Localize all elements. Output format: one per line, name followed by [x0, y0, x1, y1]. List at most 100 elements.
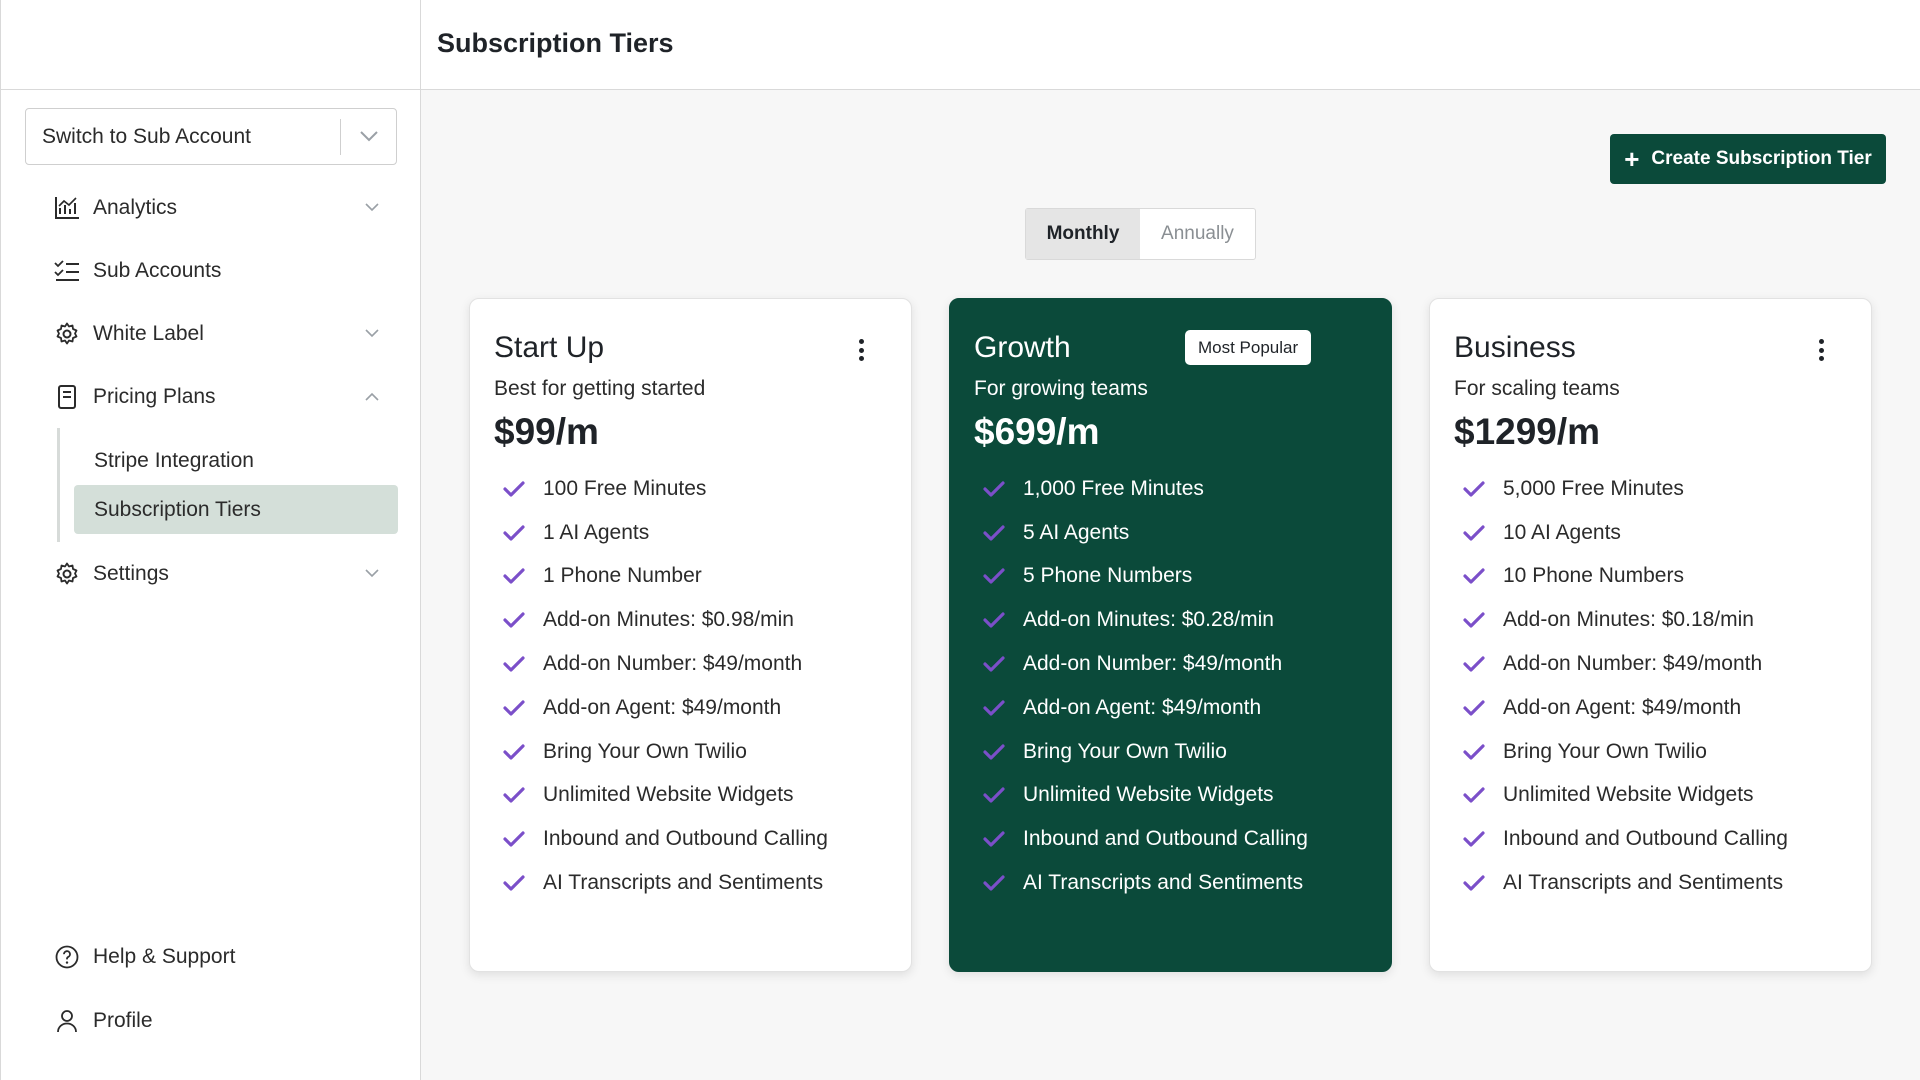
document-icon: [53, 383, 81, 411]
feature-item: Inbound and Outbound Calling: [502, 817, 828, 861]
tier-price: $699/m: [974, 411, 1100, 452]
feature-text: 1 AI Agents: [543, 520, 650, 544]
feature-item: AI Transcripts and Sentiments: [982, 861, 1308, 905]
sidebar-bottom-nav: Help & Support Profile: [1, 925, 422, 1053]
check-icon: [502, 698, 525, 718]
check-icon: [982, 742, 1005, 762]
tier-description: For growing teams: [974, 377, 1148, 400]
feature-item: AI Transcripts and Sentiments: [502, 861, 828, 905]
feature-item: Unlimited Website Widgets: [502, 774, 828, 818]
feature-list: 5,000 Free Minutes 10 AI Agents 10 Phone…: [1462, 467, 1788, 905]
create-button-label: Create Subscription Tier: [1651, 148, 1872, 169]
feature-text: Add-on Number: $49/month: [1503, 652, 1763, 676]
sidebar-item-white-label[interactable]: White Label: [1, 302, 422, 365]
check-icon: [1462, 479, 1485, 499]
sidebar-item-label: Pricing Plans: [93, 384, 216, 408]
feature-item: 100 Free Minutes: [502, 467, 828, 511]
tier-price: $99/m: [494, 411, 599, 452]
feature-text: Bring Your Own Twilio: [1503, 739, 1707, 763]
feature-item: Inbound and Outbound Calling: [982, 817, 1308, 861]
feature-item: 10 AI Agents: [1462, 511, 1788, 555]
sidebar-item-stripe-integration[interactable]: Stripe Integration: [74, 436, 398, 485]
tier-card-growth: Growth Most Popular For growing teams $6…: [949, 298, 1392, 972]
help-circle-icon: [53, 943, 81, 971]
sidebar-item-label: Sub Accounts: [93, 258, 222, 282]
feature-text: Add-on Minutes: $0.18/min: [1503, 608, 1754, 632]
user-icon: [53, 1007, 81, 1035]
check-icon: [1462, 698, 1485, 718]
chevron-down-icon: [364, 566, 380, 582]
feature-item: Bring Your Own Twilio: [982, 730, 1308, 774]
sidebar-item-profile[interactable]: Profile: [1, 989, 422, 1053]
gear-icon: [53, 560, 81, 588]
check-icon: [502, 785, 525, 805]
feature-text: 100 Free Minutes: [543, 476, 707, 500]
feature-text: Unlimited Website Widgets: [543, 783, 794, 807]
check-icon: [982, 654, 1005, 674]
more-options-icon[interactable]: [851, 339, 871, 361]
sidebar-item-pricing-plans[interactable]: Pricing Plans: [1, 365, 422, 428]
gear-icon: [53, 320, 81, 348]
feature-item: 5,000 Free Minutes: [1462, 467, 1788, 511]
account-switch-label: Switch to Sub Account: [42, 124, 251, 148]
chevron-down-icon: [341, 131, 396, 142]
sidebar-item-help-support[interactable]: Help & Support: [1, 925, 422, 989]
account-switch-dropdown[interactable]: Switch to Sub Account: [25, 108, 397, 165]
feature-text: Bring Your Own Twilio: [543, 739, 747, 763]
feature-item: 1 Phone Number: [502, 555, 828, 599]
checklist-icon: [53, 257, 81, 285]
sidebar-nav: Analytics Sub Accounts White Label Prici…: [1, 176, 422, 605]
sidebar-item-sub-accounts[interactable]: Sub Accounts: [1, 239, 422, 302]
feature-text: Add-on Number: $49/month: [543, 652, 803, 676]
more-options-icon[interactable]: [1811, 339, 1831, 361]
feature-text: Add-on Agent: $49/month: [543, 695, 782, 719]
sidebar-logo-area: [1, 0, 420, 90]
check-icon: [502, 566, 525, 586]
feature-text: Add-on Agent: $49/month: [1503, 695, 1742, 719]
feature-text: 1,000 Free Minutes: [1023, 476, 1204, 500]
sidebar-item-settings[interactable]: Settings: [1, 542, 422, 605]
pricing-plans-submenu: Stripe Integration Subscription Tiers: [57, 428, 422, 542]
feature-item: Unlimited Website Widgets: [982, 774, 1308, 818]
check-icon: [1462, 829, 1485, 849]
feature-item: 5 Phone Numbers: [982, 555, 1308, 599]
check-icon: [502, 523, 525, 543]
feature-text: Add-on Agent: $49/month: [1023, 695, 1262, 719]
create-subscription-tier-button[interactable]: + Create Subscription Tier: [1610, 134, 1886, 184]
most-popular-badge: Most Popular: [1185, 330, 1312, 365]
sidebar-item-analytics[interactable]: Analytics: [1, 176, 422, 239]
tier-description: For scaling teams: [1454, 377, 1620, 400]
toggle-monthly[interactable]: Monthly: [1026, 209, 1140, 259]
feature-item: Add-on Number: $49/month: [982, 642, 1308, 686]
feature-text: Add-on Minutes: $0.98/min: [543, 608, 794, 632]
feature-item: Inbound and Outbound Calling: [1462, 817, 1788, 861]
feature-item: Bring Your Own Twilio: [502, 730, 828, 774]
feature-item: Add-on Agent: $49/month: [502, 686, 828, 730]
sidebar-item-label: Settings: [93, 561, 169, 585]
tier-price: $1299/m: [1454, 411, 1601, 452]
sidebar: Switch to Sub Account Analytics Sub Acco…: [0, 0, 421, 1080]
feature-item: AI Transcripts and Sentiments: [1462, 861, 1788, 905]
feature-text: Inbound and Outbound Calling: [1023, 827, 1308, 851]
feature-item: Unlimited Website Widgets: [1462, 774, 1788, 818]
feature-text: Inbound and Outbound Calling: [543, 827, 828, 851]
feature-item: 10 Phone Numbers: [1462, 555, 1788, 599]
bar-chart-icon: [53, 194, 81, 222]
tier-name: Growth: [974, 331, 1071, 364]
check-icon: [1462, 742, 1485, 762]
check-icon: [502, 479, 525, 499]
feature-item: 5 AI Agents: [982, 511, 1308, 555]
tier-card-start-up: Start Up Best for getting started $99/m …: [469, 298, 912, 972]
check-icon: [982, 785, 1005, 805]
toggle-annually[interactable]: Annually: [1140, 209, 1255, 259]
tier-description: Best for getting started: [494, 377, 706, 400]
check-icon: [982, 523, 1005, 543]
check-icon: [502, 742, 525, 762]
chevron-down-icon: [364, 200, 380, 216]
tier-cards: Start Up Best for getting started $99/m …: [469, 298, 1879, 972]
sidebar-item-subscription-tiers[interactable]: Subscription Tiers: [74, 485, 398, 534]
feature-item: Add-on Minutes: $0.28/min: [982, 598, 1308, 642]
sidebar-item-label: White Label: [93, 321, 204, 345]
check-icon: [1462, 654, 1485, 674]
feature-item: Add-on Agent: $49/month: [982, 686, 1308, 730]
